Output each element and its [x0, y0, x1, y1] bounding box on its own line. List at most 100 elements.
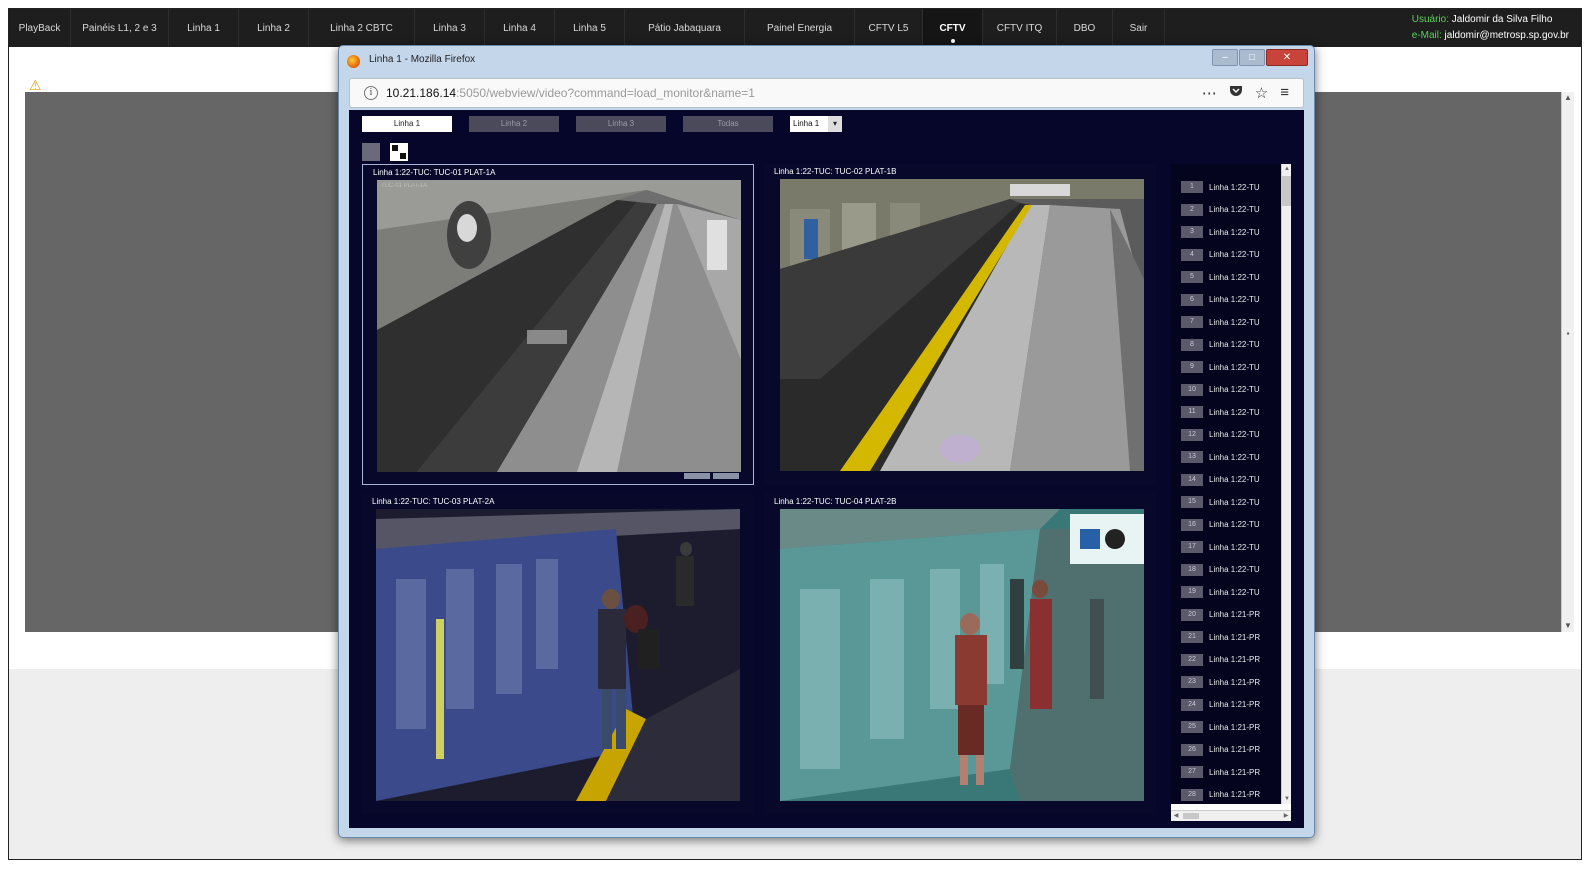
- window-title: Linha 1 - Mozilla Firefox: [369, 54, 476, 65]
- list-item[interactable]: 15 Linha 1:22-TU: [1181, 495, 1260, 509]
- camera-feed-platform-empty[interactable]: TUC-01 PLAT-1A: [377, 180, 741, 472]
- list-item[interactable]: 8 Linha 1:22-TU: [1181, 338, 1260, 352]
- camera-number-badge: 14: [1181, 473, 1203, 486]
- list-item[interactable]: 1 Linha 1:22-TU: [1181, 180, 1260, 194]
- tab-linha-2[interactable]: Linha 2: [469, 116, 559, 132]
- chevron-down-icon[interactable]: ▾: [828, 116, 842, 132]
- scroll-up-icon[interactable]: ▲: [1282, 164, 1291, 174]
- nav-item-cftv-l5[interactable]: CFTV L5: [855, 9, 923, 47]
- nav-item-pain-is-l1-2-e-3[interactable]: Painéis L1, 2 e 3: [71, 9, 169, 47]
- camera-number-badge: 26: [1181, 743, 1203, 756]
- list-item[interactable]: 7 Linha 1:22-TU: [1181, 315, 1260, 329]
- list-item[interactable]: 13 Linha 1:22-TU: [1181, 450, 1260, 464]
- pocket-icon[interactable]: [1229, 84, 1243, 102]
- list-item[interactable]: 6 Linha 1:22-TU: [1181, 293, 1260, 307]
- tab-linha-1[interactable]: Linha 1: [362, 116, 452, 132]
- list-item[interactable]: 24 Linha 1:21-PR: [1181, 698, 1260, 712]
- camera-tile[interactable]: Linha 1:22-TUC: TUC-01 PLAT-1A TUC-01 PL…: [362, 164, 754, 485]
- camera-number-badge: 16: [1181, 518, 1203, 531]
- camera-controls: [684, 473, 739, 479]
- nav-item-painel-energia[interactable]: Painel Energia: [745, 9, 855, 47]
- nav-item-linha-4[interactable]: Linha 4: [485, 9, 555, 47]
- url-text[interactable]: 10.21.186.14:5050/webview/video?command=…: [386, 86, 755, 100]
- scroll-thumb[interactable]: [1183, 813, 1199, 819]
- close-icon[interactable]: ✕: [1266, 49, 1308, 66]
- list-item[interactable]: 25 Linha 1:21-PR: [1181, 720, 1260, 734]
- camera-control-button[interactable]: [713, 473, 739, 479]
- page-scrollbar[interactable]: ▲ ▪ ▼: [1561, 92, 1574, 632]
- list-item[interactable]: 2 Linha 1:22-TU: [1181, 203, 1260, 217]
- hamburger-menu-icon[interactable]: ≡: [1280, 84, 1289, 102]
- list-item[interactable]: 26 Linha 1:21-PR: [1181, 743, 1260, 757]
- camera-feed-train-blue-passengers[interactable]: [376, 509, 740, 801]
- nav-item-linha-1[interactable]: Linha 1: [169, 9, 239, 47]
- list-item[interactable]: 28 Linha 1:21-PR: [1181, 788, 1260, 802]
- scroll-down-icon[interactable]: ▼: [1562, 620, 1574, 632]
- list-item[interactable]: 4 Linha 1:22-TU: [1181, 248, 1260, 262]
- firefox-logo-icon: [347, 55, 360, 68]
- nav-item-linha-2-cbtc[interactable]: Linha 2 CBTC: [309, 9, 415, 47]
- bookmark-star-icon[interactable]: ☆: [1255, 84, 1268, 102]
- nav-item-sair[interactable]: Sair: [1113, 9, 1165, 47]
- camera-tile[interactable]: Linha 1:22-TUC: TUC-04 PLAT-2B: [764, 494, 1156, 815]
- scroll-thumb[interactable]: [1282, 176, 1291, 206]
- nav-item-linha-2[interactable]: Linha 2: [239, 9, 309, 47]
- camera-overlay-text: TUC-01 PLAT-1A: [381, 183, 428, 189]
- url-bar[interactable]: i 10.21.186.14:5050/webview/video?comman…: [349, 78, 1304, 108]
- list-item[interactable]: 10 Linha 1:22-TU: [1181, 383, 1260, 397]
- list-item[interactable]: 14 Linha 1:22-TU: [1181, 473, 1260, 487]
- list-item[interactable]: 12 Linha 1:22-TU: [1181, 428, 1260, 442]
- nav-item-p-tio-jabaquara[interactable]: Pátio Jabaquara: [625, 9, 745, 47]
- quad-view-icon[interactable]: [390, 143, 408, 161]
- camera-number-badge: 13: [1181, 451, 1203, 463]
- nav-item-linha-3[interactable]: Linha 3: [415, 9, 485, 47]
- tab-todas[interactable]: Todas: [683, 116, 773, 132]
- list-item[interactable]: 5 Linha 1:22-TU: [1181, 270, 1260, 284]
- list-item[interactable]: 16 Linha 1:22-TU: [1181, 518, 1260, 532]
- scroll-up-icon[interactable]: ▲: [1562, 92, 1574, 104]
- scroll-thumb[interactable]: ▪: [1562, 328, 1574, 340]
- camera-list-vscroll[interactable]: ▲ ▼: [1281, 164, 1291, 804]
- maximize-icon[interactable]: □: [1239, 49, 1265, 66]
- window-titlebar[interactable]: Linha 1 - Mozilla Firefox – □ ✕: [339, 46, 1314, 76]
- scroll-right-icon[interactable]: ▶: [1281, 811, 1291, 821]
- info-icon[interactable]: i: [364, 86, 378, 100]
- nav-item-cftv[interactable]: CFTV: [923, 9, 983, 47]
- more-actions-icon[interactable]: ⋯: [1202, 84, 1217, 102]
- list-item[interactable]: 20 Linha 1:21-PR: [1181, 608, 1260, 622]
- list-item[interactable]: 19 Linha 1:22-TU: [1181, 585, 1260, 599]
- camera-control-button[interactable]: [684, 473, 710, 479]
- camera-name: Linha 1:22-TU: [1209, 452, 1260, 462]
- list-item[interactable]: 22 Linha 1:21-PR: [1181, 653, 1260, 667]
- camera-feed-train-teal-passengers[interactable]: [780, 509, 1144, 801]
- camera-tile[interactable]: Linha 1:22-TUC: TUC-03 PLAT-2A: [362, 494, 754, 815]
- list-item[interactable]: 17 Linha 1:22-TU: [1181, 540, 1260, 554]
- line-select[interactable]: Linha 1 ▾: [790, 116, 842, 132]
- camera-number-badge: 7: [1181, 316, 1203, 328]
- list-item[interactable]: 9 Linha 1:22-TU: [1181, 360, 1260, 374]
- minimize-icon[interactable]: –: [1212, 49, 1238, 66]
- tab-linha-3[interactable]: Linha 3: [576, 116, 666, 132]
- list-item[interactable]: 18 Linha 1:22-TU: [1181, 563, 1260, 577]
- camera-feed-platform-yellow-line[interactable]: [780, 179, 1144, 471]
- list-item[interactable]: 21 Linha 1:21-PR: [1181, 630, 1260, 644]
- list-item[interactable]: 23 Linha 1:21-PR: [1181, 675, 1260, 689]
- camera-label: Linha 1:22-TUC: TUC-01 PLAT-1A: [373, 168, 496, 177]
- nav-item-dbo[interactable]: DBO: [1057, 9, 1113, 47]
- nav-item-linha-5[interactable]: Linha 5: [555, 9, 625, 47]
- camera-tile[interactable]: Linha 1:22-TUC: TUC-02 PLAT-1B: [764, 164, 1156, 485]
- camera-name: Linha 1:22-TU: [1209, 227, 1260, 237]
- camera-number-badge: 11: [1181, 406, 1203, 418]
- camera-name: Linha 1:21-PR: [1209, 745, 1261, 754]
- scroll-left-icon[interactable]: ◀: [1171, 811, 1181, 821]
- single-view-icon[interactable]: [362, 143, 380, 161]
- nav-item-playback[interactable]: PlayBack: [9, 9, 71, 47]
- camera-name: Linha 1:22-TU: [1209, 497, 1260, 507]
- camera-list-hscroll[interactable]: ◀ ▶: [1171, 810, 1291, 821]
- list-item[interactable]: 27 Linha 1:21-PR: [1181, 765, 1260, 779]
- list-item[interactable]: 11 Linha 1:22-TU: [1181, 405, 1260, 419]
- nav-item-cftv-itq[interactable]: CFTV ITQ: [983, 9, 1057, 47]
- list-item[interactable]: 3 Linha 1:22-TU: [1181, 225, 1260, 239]
- window-controls: – □ ✕: [1212, 49, 1308, 66]
- scroll-down-icon[interactable]: ▼: [1282, 794, 1291, 804]
